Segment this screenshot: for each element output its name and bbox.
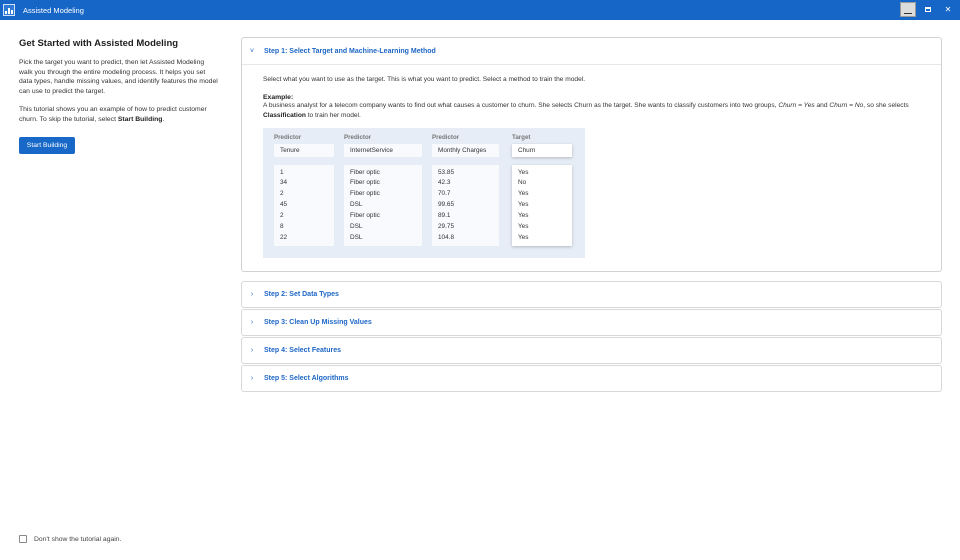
tutorial-paragraph: This tutorial shows you an example of ho… xyxy=(19,106,207,123)
cell: 2 xyxy=(280,190,284,198)
step-1-intro: Select what you want to use as the targe… xyxy=(263,76,586,83)
step-3-panel[interactable]: › Step 3: Clean Up Missing Values xyxy=(241,309,942,336)
chevron-down-icon: ˅ xyxy=(249,47,255,55)
dont-show-again[interactable]: Don't show the tutorial again. xyxy=(19,535,121,543)
chevron-right-icon: › xyxy=(250,319,254,326)
chevron-right-icon: › xyxy=(250,375,254,382)
cell: 34 xyxy=(280,179,288,187)
cell: 53.85 xyxy=(438,168,454,176)
column-role: Target xyxy=(512,133,531,141)
column-name: Churn xyxy=(512,143,572,157)
column-name: Tenure xyxy=(274,143,334,157)
dont-show-label[interactable]: Don't show the tutorial again. xyxy=(34,536,121,543)
cell: DSL xyxy=(350,233,363,241)
cell: 1 xyxy=(280,168,284,176)
step-1-title[interactable]: Step 1: Select Target and Machine-Learni… xyxy=(264,48,436,55)
cell: DSL xyxy=(350,201,363,209)
maximize-button[interactable] xyxy=(920,2,936,17)
cell: DSL xyxy=(350,223,363,231)
cell: 104.8 xyxy=(438,233,454,241)
window-title: Assisted Modeling xyxy=(23,5,84,15)
cell: 8 xyxy=(280,223,284,231)
chevron-right-icon: › xyxy=(250,347,254,354)
step-5-panel[interactable]: › Step 5: Select Algorithms xyxy=(241,365,942,392)
cell: 42.3 xyxy=(438,179,451,187)
cell: Yes xyxy=(518,168,529,176)
step-2-title[interactable]: Step 2: Set Data Types xyxy=(264,291,339,298)
start-building-mention: Start Building xyxy=(117,115,163,123)
step-1-panel: ˅ Step 1: Select Target and Machine-Lear… xyxy=(241,37,942,272)
intro-panel: Get Started with Assisted Modeling Pick … xyxy=(19,38,219,154)
window-controls: ✕ xyxy=(900,2,956,17)
cell: 89.1 xyxy=(438,212,451,220)
cell: 70.7 xyxy=(438,190,451,198)
cell: 99.65 xyxy=(438,201,454,209)
cell: No xyxy=(518,179,527,187)
cell: Yes xyxy=(518,223,529,231)
step-1-body: Select what you want to use as the targe… xyxy=(242,65,941,258)
example-text: A business analyst for a telecom company… xyxy=(263,101,909,119)
intro-paragraph: Pick the target you want to predict, the… xyxy=(19,59,218,95)
column-role: Predictor xyxy=(274,133,302,141)
column-values: 53.85 42.3 70.7 99.65 89.1 29.75 104.8 xyxy=(432,164,499,246)
step-1-header[interactable]: ˅ Step 1: Select Target and Machine-Lear… xyxy=(242,38,941,65)
step-5-title[interactable]: Step 5: Select Algorithms xyxy=(264,375,349,382)
cell: 45 xyxy=(280,201,288,209)
column-values: 1 34 2 45 2 8 22 xyxy=(274,164,334,246)
close-icon: ✕ xyxy=(944,5,952,14)
cell: Yes xyxy=(518,233,529,241)
cell: 2 xyxy=(280,212,284,220)
column-role: Predictor xyxy=(432,133,460,141)
column-values: Yes No Yes Yes Yes Yes Yes xyxy=(512,164,572,246)
minimize-button[interactable] xyxy=(900,2,916,17)
cell: Yes xyxy=(518,190,529,198)
cell: 22 xyxy=(280,233,288,241)
example-data-illustration: Predictor Tenure 1 34 2 45 2 8 22 Predic… xyxy=(263,127,585,258)
cell: Fiber optic xyxy=(350,179,380,187)
column-name: InternetService xyxy=(344,143,422,157)
start-building-button[interactable]: Start Building xyxy=(19,136,75,154)
demo-column-tenure: Predictor Tenure 1 34 2 45 2 8 22 xyxy=(274,134,334,246)
cell: 29.75 xyxy=(438,223,454,231)
column-values: Fiber optic Fiber optic Fiber optic DSL … xyxy=(344,164,422,246)
cell: Fiber optic xyxy=(350,212,380,220)
demo-column-monthly-charges: Predictor Monthly Charges 53.85 42.3 70.… xyxy=(432,134,499,246)
cell: Fiber optic xyxy=(350,168,380,176)
step-4-title[interactable]: Step 4: Select Features xyxy=(264,347,341,354)
app-icon xyxy=(3,4,15,16)
cell: Yes xyxy=(518,212,529,220)
step-3-title[interactable]: Step 3: Clean Up Missing Values xyxy=(264,319,372,326)
title-bar: Assisted Modeling ✕ xyxy=(0,0,960,20)
minimize-icon xyxy=(904,13,912,14)
close-button[interactable]: ✕ xyxy=(940,2,956,17)
step-4-panel[interactable]: › Step 4: Select Features xyxy=(241,337,942,364)
maximize-icon xyxy=(925,7,931,12)
step-2-panel[interactable]: › Step 2: Set Data Types xyxy=(241,281,942,308)
intro-title: Get Started with Assisted Modeling xyxy=(19,38,179,49)
steps-accordion: ˅ Step 1: Select Target and Machine-Lear… xyxy=(241,37,942,392)
demo-column-internet: Predictor InternetService Fiber optic Fi… xyxy=(344,134,422,246)
column-role: Predictor xyxy=(344,133,372,141)
cell: Fiber optic xyxy=(350,190,380,198)
demo-column-churn-target: Target Churn Yes No Yes Yes Yes Yes Yes xyxy=(512,134,572,246)
column-name: Monthly Charges xyxy=(432,143,499,157)
example-heading: Example: xyxy=(263,93,294,101)
dont-show-checkbox[interactable] xyxy=(19,535,27,543)
cell: Yes xyxy=(518,201,529,209)
chevron-right-icon: › xyxy=(250,291,254,298)
